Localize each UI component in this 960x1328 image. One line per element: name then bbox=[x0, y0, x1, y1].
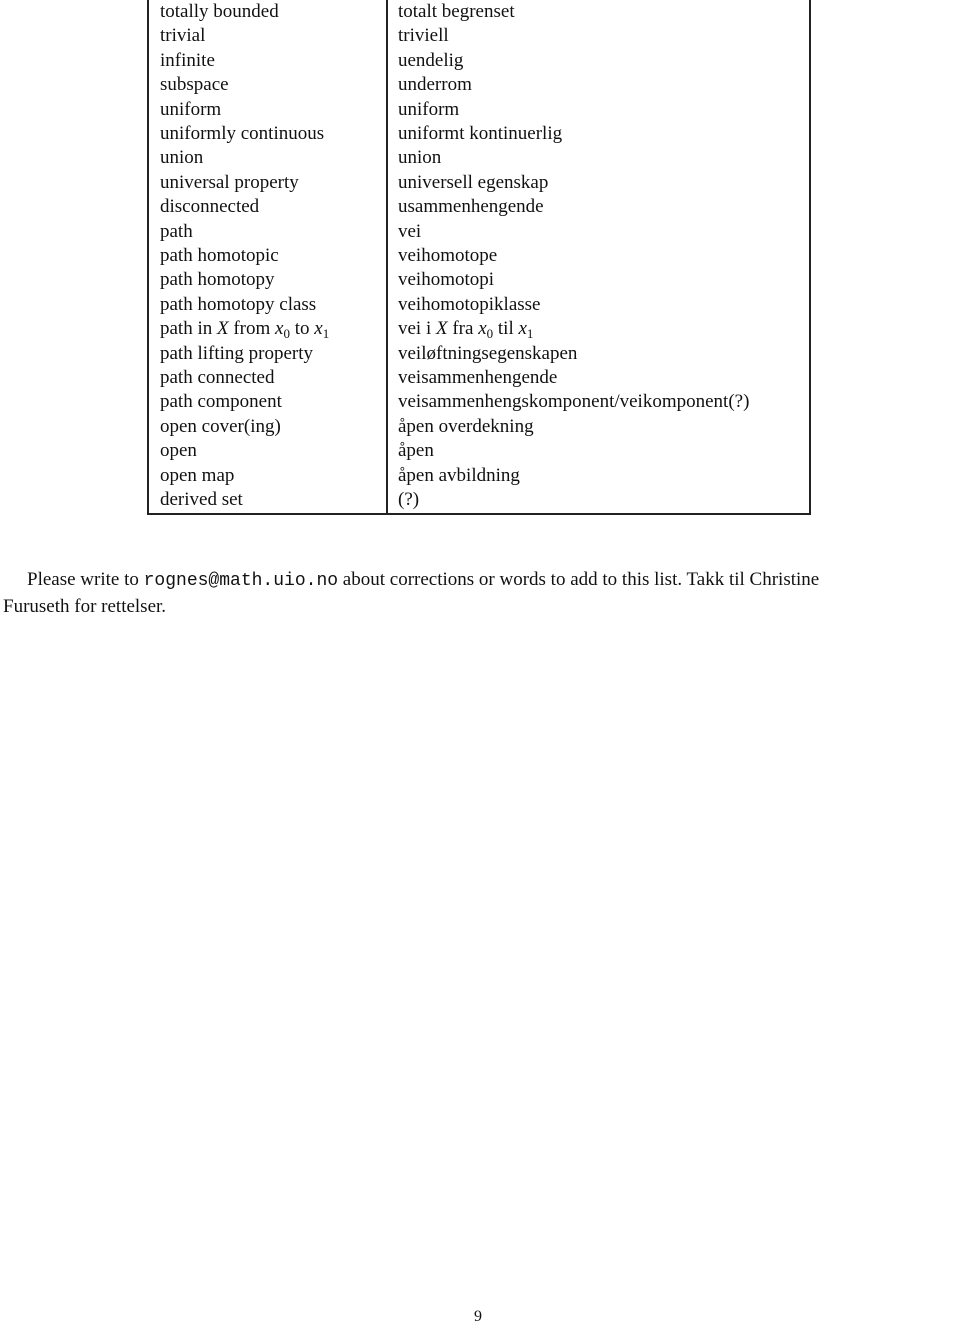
footer-note: Please write to rognes@math.uio.no about… bbox=[3, 567, 960, 619]
english-term: path component bbox=[160, 391, 282, 413]
norwegian-term: vei i X fra x0 til x1 bbox=[398, 318, 534, 342]
english-term: open map bbox=[160, 464, 235, 486]
norwegian-term: uniform bbox=[398, 98, 460, 120]
table-row: open cover(ing) åpen overdekning bbox=[149, 415, 809, 439]
norwegian-term: veihomotopi bbox=[398, 269, 495, 291]
english-term: subspace bbox=[160, 74, 229, 96]
table-row: path in X from x0 to x1 vei i X fra x0 ti… bbox=[149, 317, 809, 341]
norwegian-term: veihomotope bbox=[398, 245, 498, 266]
norwegian-term: (?) bbox=[398, 489, 420, 510]
table-row: path connected veisammenhengende bbox=[149, 366, 809, 390]
table-row: path homotopy class veihomotopiklasse bbox=[149, 293, 809, 317]
english-term: path homotopy class bbox=[160, 293, 317, 315]
norwegian-term: universell egenskap bbox=[398, 171, 549, 193]
english-term: universal property bbox=[160, 171, 299, 193]
english-term: union bbox=[160, 147, 204, 169]
table-row: trivial triviell bbox=[149, 24, 809, 48]
footer-text-line2: Furuseth for rettelser. bbox=[3, 596, 167, 617]
norwegian-term: veihomotopiklasse bbox=[398, 293, 541, 315]
footer-text: Please write to bbox=[27, 569, 144, 590]
table-row: open åpen bbox=[149, 439, 809, 463]
english-term: path homotopic bbox=[160, 245, 279, 266]
norwegian-term: usammenhengende bbox=[398, 196, 544, 218]
table-row: path homotopy veihomotopi bbox=[149, 268, 809, 292]
english-term: derived set bbox=[160, 489, 243, 510]
table-row: derived set (?) bbox=[149, 488, 809, 512]
english-term: totally bounded bbox=[160, 1, 279, 22]
norwegian-term: vei bbox=[398, 220, 422, 242]
table-row: disconnected usammenhengende bbox=[149, 195, 809, 219]
english-term: path in X from x0 to x1 bbox=[160, 318, 330, 342]
english-term: path homotopy bbox=[160, 269, 275, 291]
norwegian-term: uendelig bbox=[398, 49, 464, 71]
table-row: totally bounded totalt begrenset bbox=[149, 0, 809, 24]
table-row: subspace underrom bbox=[149, 73, 809, 97]
table-row: uniform uniform bbox=[149, 98, 809, 122]
norwegian-term: veiløftningsegenskapen bbox=[398, 342, 578, 364]
table-row: universal property universell egenskap bbox=[149, 171, 809, 195]
english-term: infinite bbox=[160, 49, 215, 71]
english-term: path connected bbox=[160, 367, 275, 388]
table-row: open map åpen avbildning bbox=[149, 464, 809, 488]
norwegian-term: uniformt kontinuerlig bbox=[398, 123, 563, 144]
table-row: path component veisammenhengskomponent/ve… bbox=[149, 390, 809, 414]
table-row: path lifting property veiløftningsegenska… bbox=[149, 342, 809, 366]
table-row: path homotopic veihomotope bbox=[149, 244, 809, 268]
norwegian-term: totalt begrenset bbox=[398, 1, 515, 22]
english-term: disconnected bbox=[160, 196, 260, 218]
english-term: uniformly continuous bbox=[160, 123, 325, 144]
english-term: path lifting property bbox=[160, 342, 314, 364]
norwegian-term: triviell bbox=[398, 25, 449, 47]
english-term: open bbox=[160, 440, 197, 462]
norwegian-term: veisammenhengende bbox=[398, 367, 558, 388]
table-row: uniformly continuous uniformt kontinuerli… bbox=[149, 122, 809, 146]
table-row: path vei bbox=[149, 220, 809, 244]
page-number: 9 bbox=[474, 1308, 482, 1325]
english-term: path bbox=[160, 220, 193, 242]
table-row: union union bbox=[149, 146, 809, 170]
email-link[interactable]: rognes@math.uio.no bbox=[144, 571, 338, 591]
norwegian-term: underrom bbox=[398, 74, 472, 96]
glossary-table: totally bounded totalt begrenset trivial tr… bbox=[147, 0, 811, 515]
english-term: trivial bbox=[160, 25, 206, 47]
norwegian-term: åpen avbildning bbox=[398, 464, 520, 486]
norwegian-term: union bbox=[398, 147, 442, 169]
english-term: uniform bbox=[160, 98, 222, 120]
footer-text: about corrections or words to add to thi… bbox=[338, 569, 820, 590]
norwegian-term: åpen overdekning bbox=[398, 415, 534, 437]
norwegian-term: veisammenhengskomponent/veikomponent(?) bbox=[398, 391, 750, 413]
norwegian-term: åpen bbox=[398, 440, 434, 462]
english-term: open cover(ing) bbox=[160, 415, 281, 437]
table-row: infinite uendelig bbox=[149, 49, 809, 73]
